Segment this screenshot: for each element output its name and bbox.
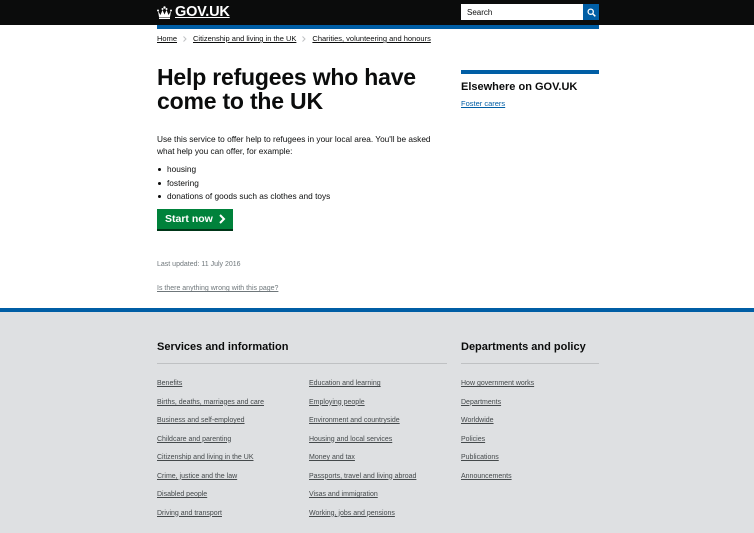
- breadcrumb: Home Citizenship and living in the UK Ch…: [157, 34, 431, 44]
- services-heading: Services and information: [157, 341, 289, 353]
- foster-carers-link[interactable]: Foster carers: [461, 99, 505, 109]
- last-updated: Last updated: 11 July 2016: [157, 261, 241, 268]
- list-item: fostering: [157, 177, 330, 191]
- govuk-logo-link[interactable]: GOV.UK: [157, 4, 230, 21]
- footer-link-business[interactable]: Business and self-employed: [157, 417, 245, 424]
- footer-link-crime[interactable]: Crime, justice and the law: [157, 473, 237, 480]
- search-button[interactable]: [583, 4, 599, 20]
- footer-link-policies[interactable]: Policies: [461, 436, 485, 443]
- list-item: housing: [157, 163, 330, 177]
- footer-link-how-government-works[interactable]: How government works: [461, 380, 534, 387]
- footer-link-employing[interactable]: Employing people: [309, 399, 365, 406]
- departments-list: How government works Departments Worldwi…: [461, 379, 534, 490]
- footer-link-publications[interactable]: Publications: [461, 454, 499, 461]
- footer-link-education[interactable]: Education and learning: [309, 380, 381, 387]
- chevron-right-icon: [302, 36, 307, 42]
- arrow-right-icon: [219, 214, 226, 224]
- site-header: GOV.UK: [0, 0, 754, 25]
- breadcrumb-citizenship[interactable]: Citizenship and living in the UK: [193, 34, 296, 44]
- page-title: Help refugees who have come to the UK: [157, 64, 416, 114]
- footer-link-driving[interactable]: Driving and transport: [157, 510, 222, 517]
- footer-link-announcements[interactable]: Announcements: [461, 473, 512, 480]
- departments-divider: [461, 363, 599, 364]
- intro-text: Use this service to offer help to refuge…: [157, 134, 431, 156]
- search-input[interactable]: [461, 4, 583, 20]
- start-now-button[interactable]: Start now: [157, 209, 233, 229]
- footer-link-benefits[interactable]: Benefits: [157, 380, 182, 387]
- footer-link-disabled[interactable]: Disabled people: [157, 491, 207, 498]
- footer-link-visas[interactable]: Visas and immigration: [309, 491, 378, 498]
- search-icon: [586, 7, 596, 17]
- footer-link-departments[interactable]: Departments: [461, 399, 501, 406]
- breadcrumb-charities[interactable]: Charities, volunteering and honours: [312, 34, 430, 44]
- footer-link-worldwide[interactable]: Worldwide: [461, 417, 494, 424]
- start-now-label: Start now: [165, 213, 213, 225]
- help-list: housing fostering donations of goods suc…: [157, 163, 330, 204]
- services-divider: [157, 363, 447, 364]
- footer-link-money[interactable]: Money and tax: [309, 454, 355, 461]
- logo-text: GOV.UK: [175, 4, 230, 20]
- services-list-col2: Education and learning Employing people …: [309, 379, 416, 527]
- search-form: [461, 4, 599, 20]
- footer-link-housing[interactable]: Housing and local services: [309, 436, 392, 443]
- header-accent-bar: [157, 25, 599, 29]
- footer-link-childcare[interactable]: Childcare and parenting: [157, 436, 231, 443]
- footer-link-environment[interactable]: Environment and countryside: [309, 417, 400, 424]
- footer-link-passports[interactable]: Passports, travel and living abroad: [309, 473, 416, 480]
- footer-link-births[interactable]: Births, deaths, marriages and care: [157, 399, 264, 406]
- list-item: donations of goods such as clothes and t…: [157, 190, 330, 204]
- footer-accent-bar: [0, 308, 754, 312]
- breadcrumb-home[interactable]: Home: [157, 34, 177, 44]
- aside-title: Elsewhere on GOV.UK: [461, 81, 578, 93]
- aside-accent-bar: [461, 70, 599, 74]
- footer-link-working[interactable]: Working, jobs and pensions: [309, 510, 395, 517]
- footer-link-citizenship[interactable]: Citizenship and living in the UK: [157, 454, 254, 461]
- chevron-right-icon: [183, 36, 187, 42]
- crown-icon: [157, 6, 172, 19]
- services-list-col1: Benefits Births, deaths, marriages and c…: [157, 379, 264, 527]
- report-problem-link[interactable]: Is there anything wrong with this page?: [157, 284, 278, 294]
- departments-heading: Departments and policy: [461, 341, 586, 353]
